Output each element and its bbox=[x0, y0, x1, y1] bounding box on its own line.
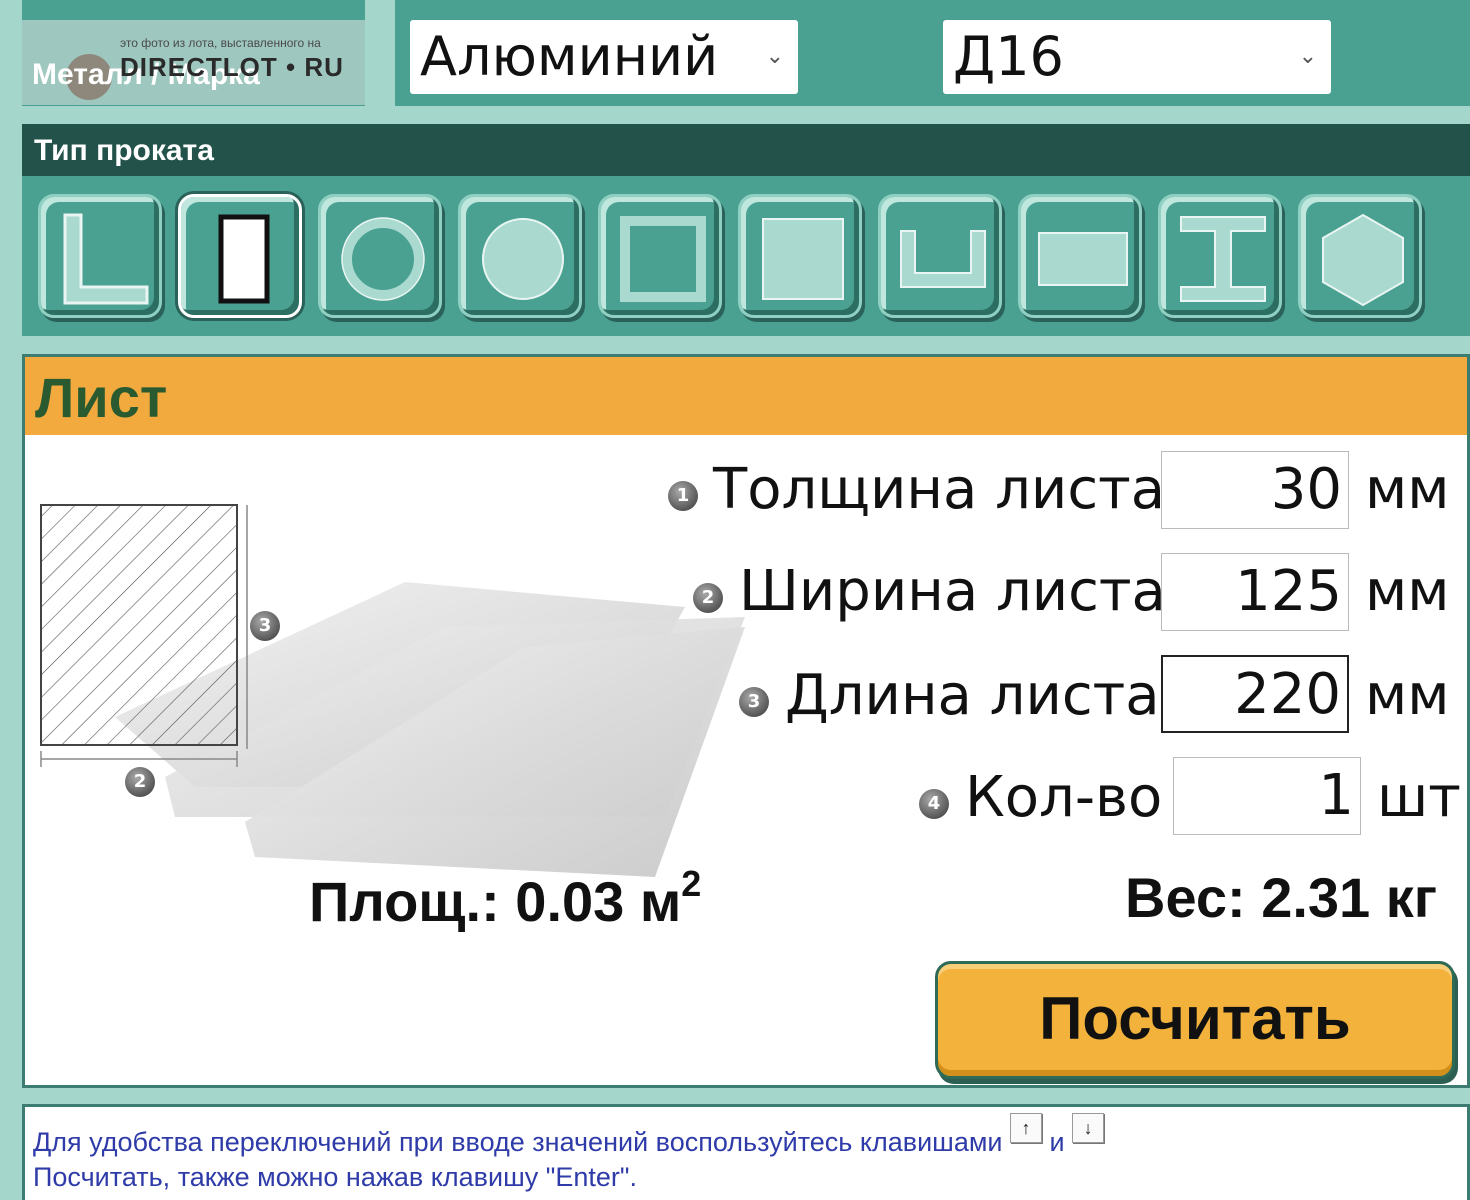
square-bar-icon bbox=[762, 218, 844, 300]
sheet-panel: Лист 3 2 1 Толщина листа 30 мм 2 Ширина bbox=[22, 354, 1470, 1088]
area-result: Площ.: 0.03 м2 bbox=[309, 863, 701, 934]
hint-text-1: Для удобства переключений при вводе знач… bbox=[33, 1127, 1003, 1157]
area-unit-superscript: 2 bbox=[681, 863, 702, 904]
metal-select-value: Алюминий bbox=[420, 25, 719, 88]
width-input[interactable]: 125 bbox=[1161, 553, 1349, 631]
chevron-down-icon: ⌄ bbox=[765, 44, 784, 69]
diagram-width-marker: 2 bbox=[125, 767, 155, 797]
hint-line-1: Для удобства переключений при вводе знач… bbox=[33, 1113, 1105, 1158]
width-label: Ширина листа bbox=[739, 559, 1166, 624]
shape-hexagon-button[interactable] bbox=[1298, 194, 1422, 318]
quantity-label: Кол-во bbox=[965, 765, 1163, 830]
hint-and: и bbox=[1049, 1127, 1065, 1157]
watermark-brand: DIRECTLOT • RU bbox=[120, 52, 344, 82]
arrow-down-key-icon: ↓ bbox=[1072, 1113, 1105, 1143]
area-result-text: Площ.: 0.03 м bbox=[309, 870, 682, 933]
thickness-label: Толщина листа bbox=[713, 457, 1166, 522]
rolling-type-panel: Тип проката bbox=[22, 124, 1470, 336]
rolling-type-header: Тип проката bbox=[22, 124, 1470, 176]
sheet-icon bbox=[218, 214, 270, 304]
grade-select[interactable]: Д16 ⌄ bbox=[943, 20, 1331, 94]
i-beam-icon bbox=[1180, 216, 1266, 302]
shape-sheet-button[interactable] bbox=[178, 194, 302, 318]
length-input[interactable]: 220 bbox=[1161, 655, 1349, 733]
weight-result: Вес: 2.31 кг bbox=[1125, 866, 1438, 929]
length-label: Длина листа bbox=[785, 663, 1160, 728]
top-divider bbox=[365, 0, 395, 106]
angle-icon bbox=[63, 213, 149, 305]
quantity-input[interactable]: 1 bbox=[1173, 757, 1361, 835]
shape-square-tube-button[interactable] bbox=[598, 194, 722, 318]
shape-square-bar-button[interactable] bbox=[738, 194, 862, 318]
square-tube-icon bbox=[620, 216, 706, 302]
round-bar-icon bbox=[482, 218, 564, 300]
quantity-unit: шт bbox=[1377, 765, 1461, 830]
metal-select[interactable]: Алюминий ⌄ bbox=[410, 20, 798, 94]
watermark-caption: это фото из лота, выставленного на bbox=[120, 36, 321, 50]
hint-panel: Для удобства переключений при вводе знач… bbox=[22, 1104, 1470, 1200]
hexagon-icon bbox=[1322, 213, 1404, 307]
rolling-type-title: Тип проката bbox=[34, 134, 214, 167]
chevron-down-icon: ⌄ bbox=[1298, 44, 1317, 69]
shape-i-beam-button[interactable] bbox=[1158, 194, 1282, 318]
channel-icon bbox=[900, 230, 986, 288]
hint-line-2: Посчитать, также можно нажав клавишу "En… bbox=[33, 1162, 637, 1192]
field-number-badge: 4 bbox=[919, 789, 949, 819]
width-unit: мм bbox=[1365, 559, 1450, 624]
shape-strip-button[interactable] bbox=[1018, 194, 1142, 318]
field-number-badge: 2 bbox=[693, 583, 723, 613]
length-unit: мм bbox=[1365, 663, 1450, 728]
shape-channel-button[interactable] bbox=[878, 194, 1002, 318]
thickness-input[interactable]: 30 bbox=[1161, 451, 1349, 529]
top-bar: Металл / Марка это фото из лота, выставл… bbox=[22, 0, 1470, 106]
diagram-height-marker: 3 bbox=[250, 611, 280, 641]
sheet-panel-title: Лист bbox=[35, 366, 168, 429]
sheet-illustration bbox=[40, 504, 745, 877]
pipe-icon bbox=[341, 217, 425, 301]
field-number-badge: 1 bbox=[668, 481, 698, 511]
calculate-button[interactable]: Посчитать bbox=[935, 961, 1455, 1079]
strip-icon bbox=[1038, 232, 1128, 286]
shape-round-bar-button[interactable] bbox=[458, 194, 582, 318]
grade-select-value: Д16 bbox=[953, 25, 1064, 88]
arrow-up-key-icon: ↑ bbox=[1010, 1113, 1043, 1143]
thickness-unit: мм bbox=[1365, 457, 1450, 522]
sheet-panel-header: Лист bbox=[25, 357, 1467, 435]
metal-grade-label-box: Металл / Марка это фото из лота, выставл… bbox=[22, 20, 365, 105]
shape-pipe-button[interactable] bbox=[318, 194, 442, 318]
field-number-badge: 3 bbox=[739, 687, 769, 717]
shape-angle-button[interactable] bbox=[38, 194, 162, 318]
